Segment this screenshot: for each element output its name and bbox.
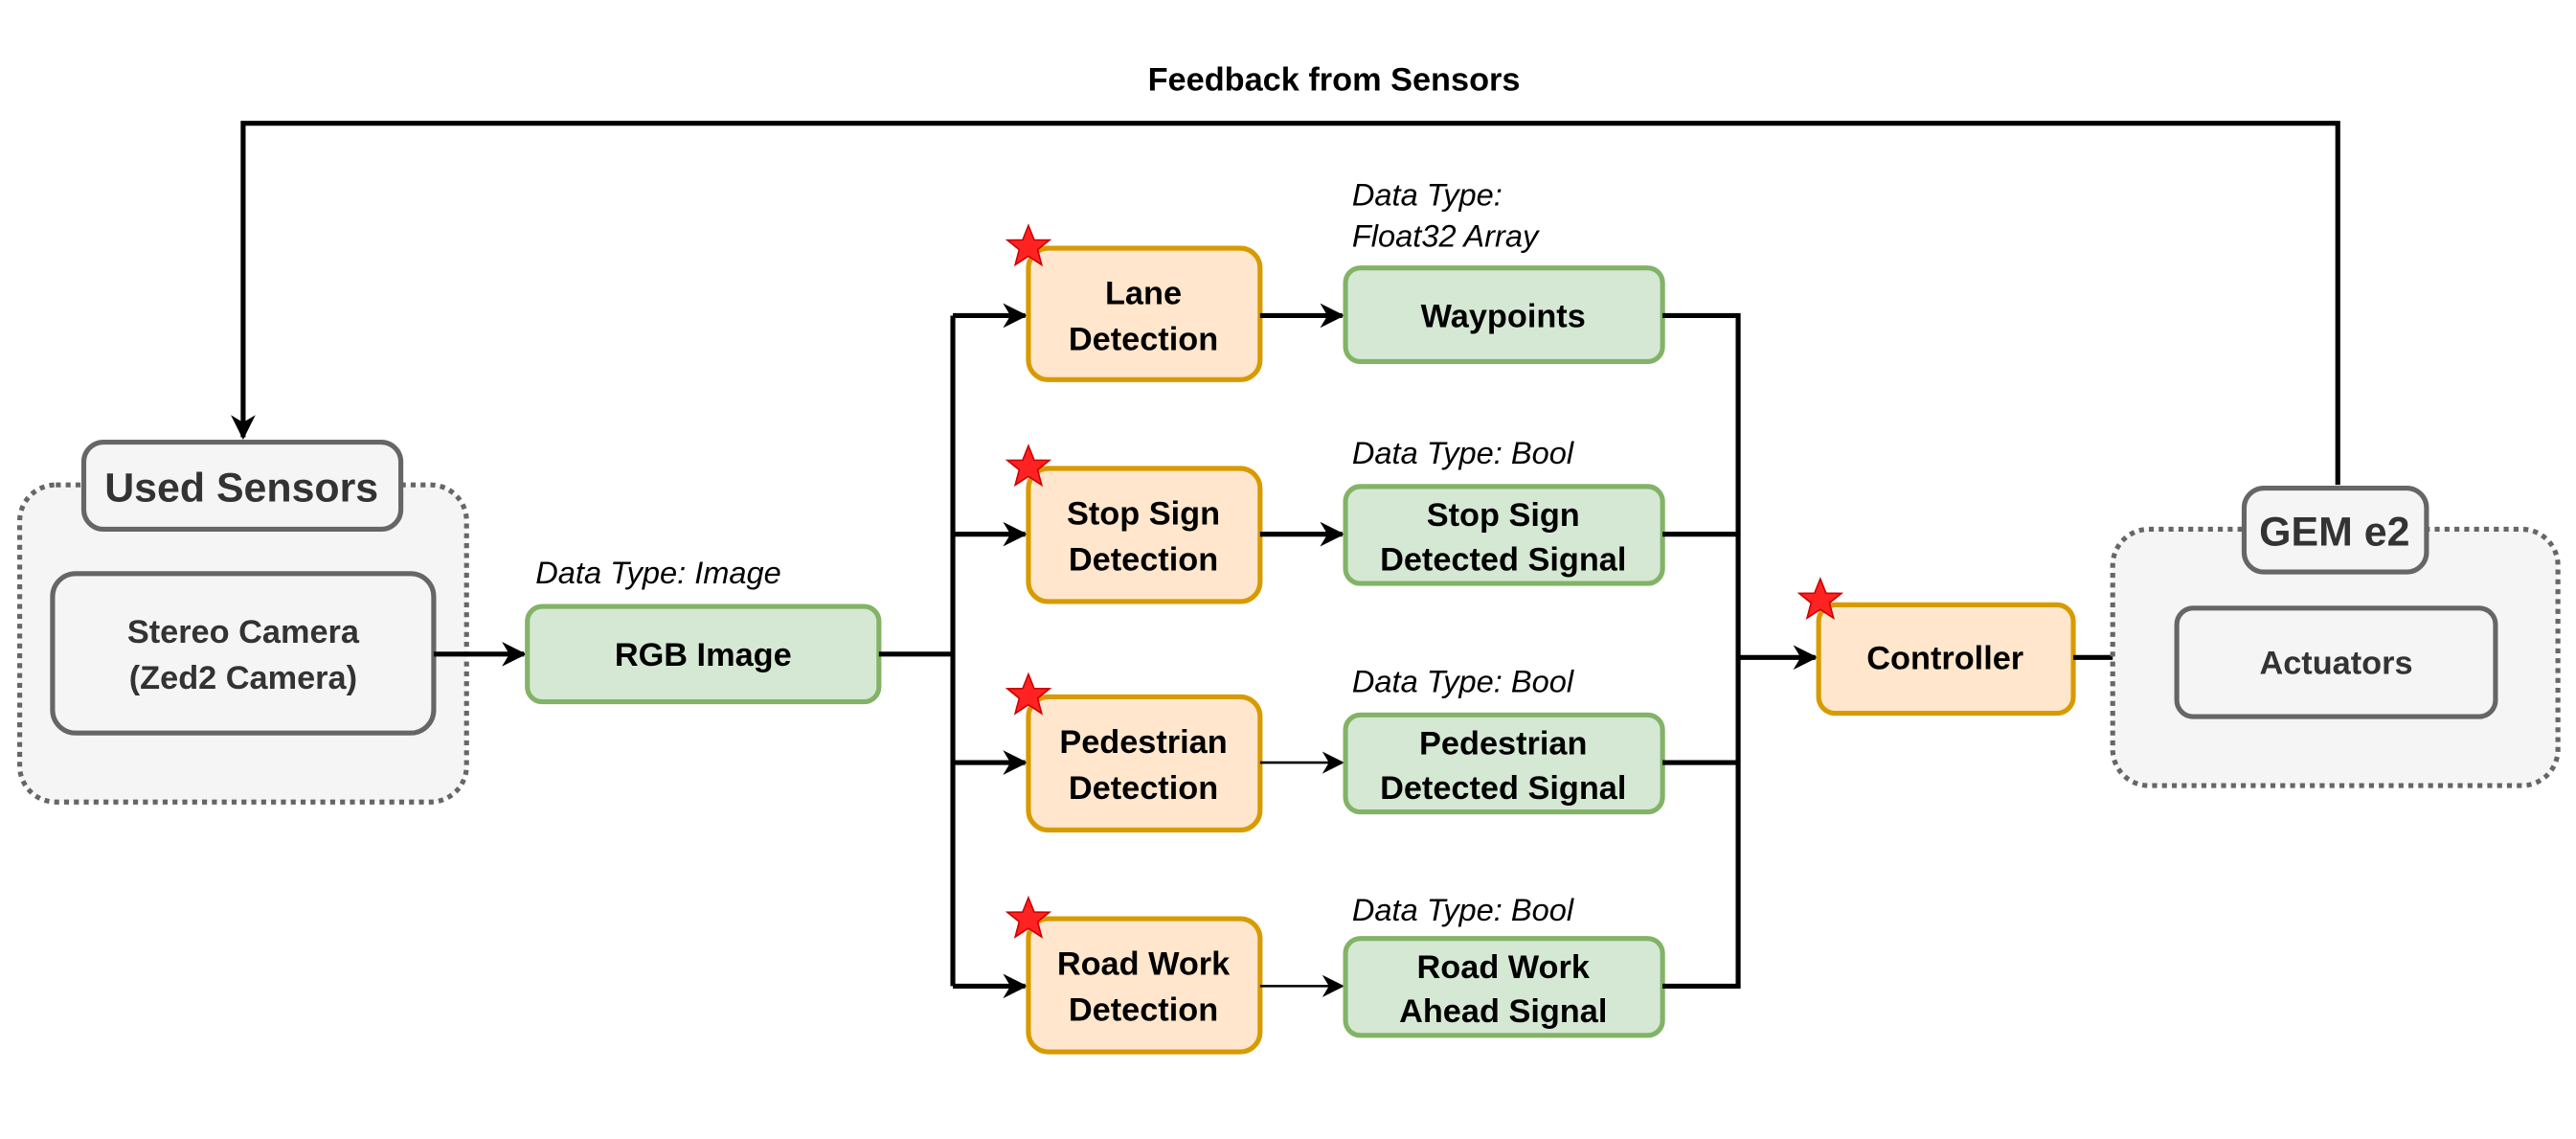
- pedestrian-detection-node: Pedestrian Detection: [1026, 694, 1263, 832]
- feedback-arrow: [231, 121, 2340, 486]
- ped-type-label: Data Type: Bool: [1352, 663, 1574, 698]
- pipeline-diagram: Feedback from Sensors Used Sensors Stere…: [17, 61, 2561, 1055]
- stop-out-1: Stop Sign: [1427, 497, 1580, 534]
- lane-type-label-2: Float32 Array: [1352, 217, 1540, 253]
- lane-label-2: Detection: [1069, 321, 1218, 357]
- rgb-type-label: Data Type: Image: [535, 555, 781, 590]
- stop-type-label: Data Type: Bool: [1352, 435, 1574, 470]
- stop-sign-signal-node: Stop Sign Detected Signal: [1343, 484, 1665, 586]
- merge-bus: [1662, 312, 1741, 989]
- road-out-2: Ahead Signal: [1399, 993, 1607, 1030]
- waypoints-label: Waypoints: [1421, 298, 1586, 334]
- lane-label-1: Lane: [1105, 275, 1182, 311]
- lane-type-label-1: Data Type:: [1352, 177, 1503, 213]
- actuators-label: Actuators: [2259, 645, 2412, 681]
- controller-label: Controller: [1866, 640, 2023, 676]
- camera-label-1: Stereo Camera: [127, 614, 360, 650]
- ped-out-2: Detected Signal: [1380, 770, 1626, 807]
- rgb-image-label: RGB Image: [615, 637, 792, 673]
- ped-out-1: Pedestrian: [1419, 726, 1587, 763]
- camera-label-2: (Zed2 Camera): [129, 660, 357, 696]
- lane-detection-node: Lane Detection: [1026, 245, 1263, 382]
- ped-label-2: Detection: [1069, 770, 1218, 807]
- controller-node: Controller: [1816, 602, 2076, 717]
- waypoints-node: Waypoints: [1343, 265, 1665, 365]
- stop-sign-detection-node: Stop Sign Detection: [1026, 466, 1263, 604]
- pedestrian-signal-node: Pedestrian Detected Signal: [1343, 712, 1665, 815]
- road-work-signal-node: Road Work Ahead Signal: [1343, 936, 1665, 1038]
- stereo-camera-node: [50, 571, 437, 736]
- stop-label-1: Stop Sign: [1067, 495, 1220, 532]
- ped-label-1: Pedestrian: [1059, 724, 1227, 761]
- road-label-2: Detection: [1069, 991, 1218, 1028]
- gem-e2-label: GEM e2: [2259, 510, 2409, 556]
- stop-label-2: Detection: [1069, 541, 1218, 578]
- stop-out-2: Detected Signal: [1380, 541, 1626, 578]
- used-sensors-label: Used Sensors: [104, 465, 378, 511]
- road-work-detection-node: Road Work Detection: [1026, 916, 1263, 1055]
- road-label-1: Road Work: [1057, 945, 1231, 982]
- road-type-label: Data Type: Bool: [1352, 892, 1574, 927]
- road-out-1: Road Work: [1417, 949, 1591, 986]
- feedback-title: Feedback from Sensors: [1148, 61, 1521, 98]
